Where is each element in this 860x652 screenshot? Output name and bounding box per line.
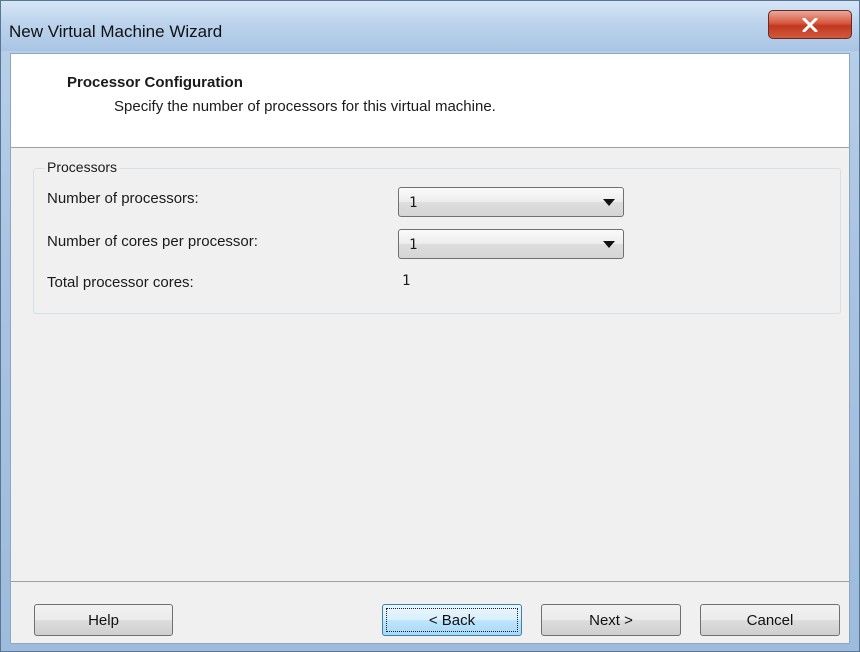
page-title: Processor Configuration <box>67 74 243 91</box>
chevron-down-icon <box>603 241 615 248</box>
chevron-down-icon <box>603 199 615 206</box>
num-processors-label: Number of processors: <box>47 190 199 207</box>
wizard-window: New Virtual Machine Wizard Processor Con… <box>0 0 860 652</box>
cores-per-processor-dropdown[interactable]: 1 <box>398 229 624 259</box>
num-processors-value: 1 <box>409 195 418 211</box>
title-bar[interactable]: New Virtual Machine Wizard <box>1 1 859 51</box>
total-cores-label: Total processor cores: <box>47 274 194 291</box>
footer-divider <box>11 581 849 582</box>
back-button[interactable]: < Back <box>382 604 522 636</box>
cancel-button[interactable]: Cancel <box>700 604 840 636</box>
processors-group-legend: Processors <box>45 159 120 175</box>
cores-per-processor-value: 1 <box>409 237 418 253</box>
window-title: New Virtual Machine Wizard <box>9 22 223 41</box>
close-icon <box>802 17 818 32</box>
page-header: Processor Configuration Specify the numb… <box>11 54 849 148</box>
cores-per-processor-label: Number of cores per processor: <box>47 233 258 250</box>
close-button[interactable] <box>768 10 852 39</box>
dialog-body: Processor Configuration Specify the numb… <box>10 53 850 644</box>
num-processors-dropdown[interactable]: 1 <box>398 187 624 217</box>
total-cores-value: 1 <box>402 273 411 289</box>
next-button[interactable]: Next > <box>541 604 681 636</box>
focus-ring <box>386 608 518 632</box>
page-subtitle: Specify the number of processors for thi… <box>114 98 496 115</box>
help-button[interactable]: Help <box>34 604 173 636</box>
